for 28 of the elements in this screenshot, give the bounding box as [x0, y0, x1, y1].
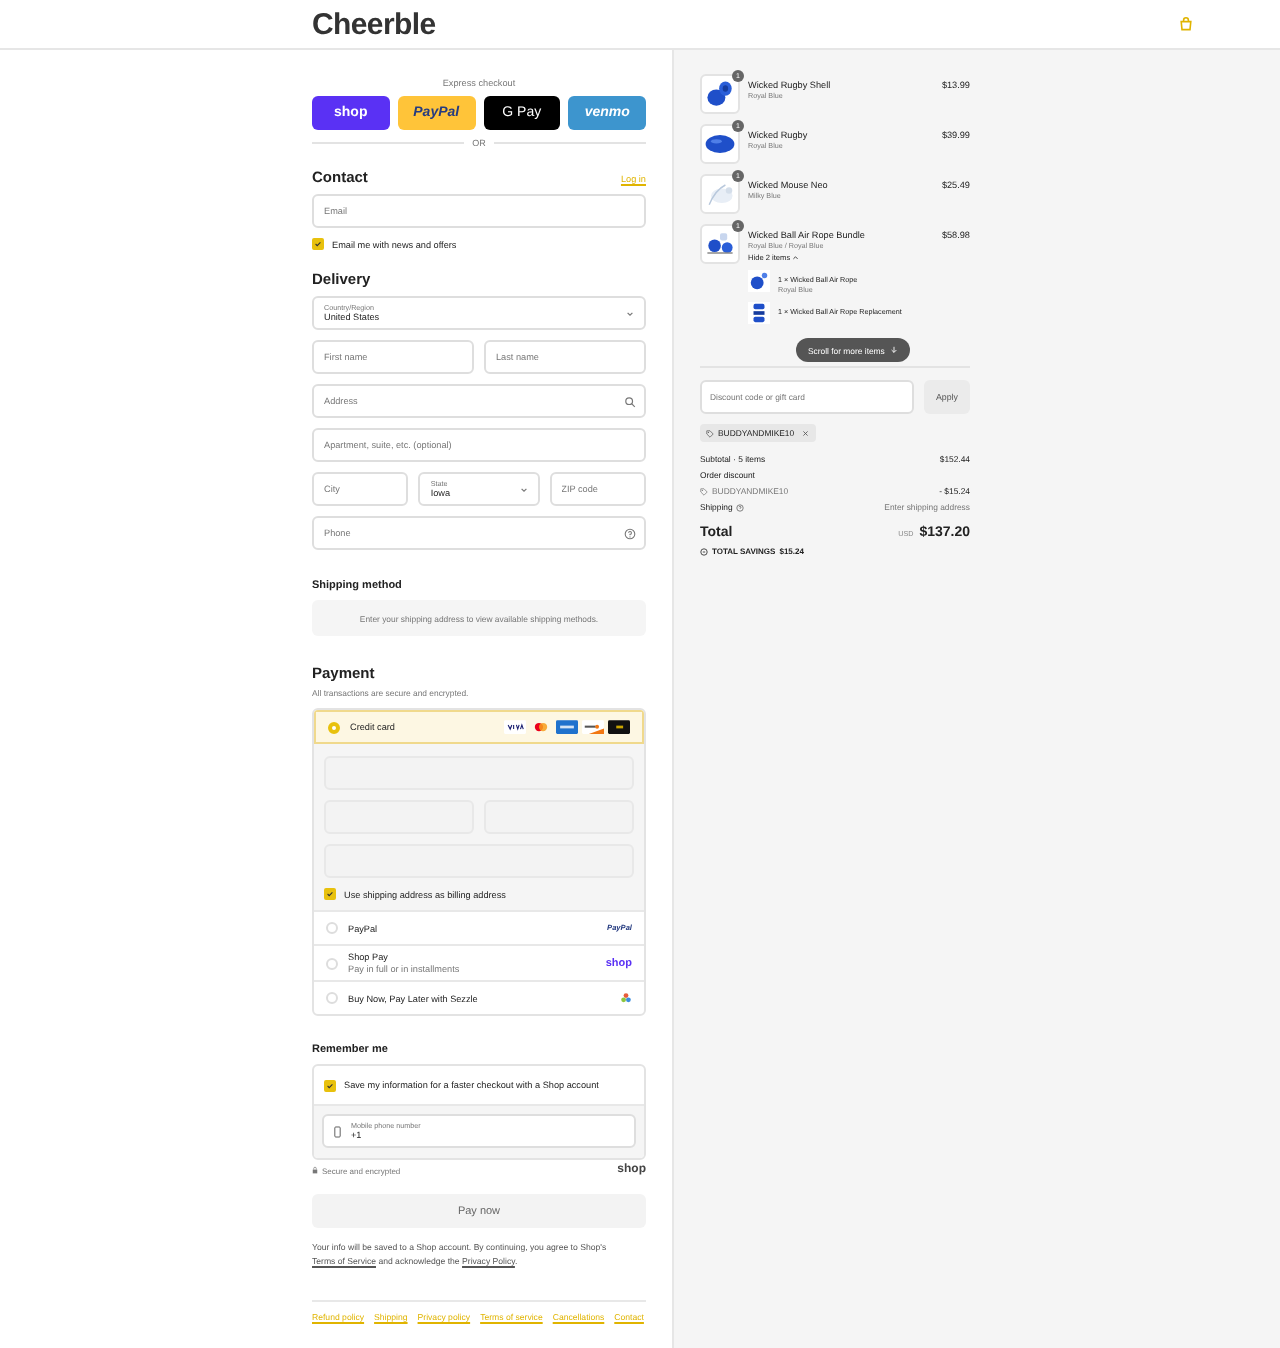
store-logo[interactable]: Cheerble [312, 7, 436, 41]
help-icon [624, 527, 636, 539]
remove-icon[interactable] [802, 429, 810, 437]
down-arrow-icon [890, 346, 899, 354]
bag-icon[interactable] [1178, 16, 1194, 32]
help-icon [736, 503, 745, 511]
sezzle-logo-icon [620, 992, 632, 1004]
radio-button[interactable] [328, 721, 340, 733]
caret-icon [792, 254, 800, 262]
savings-icon [700, 547, 708, 555]
radio-button[interactable] [326, 922, 338, 934]
card-logo-icon [608, 720, 630, 734]
phone-icon [334, 1125, 341, 1137]
chevron-icon [517, 484, 530, 496]
radio-button[interactable] [326, 992, 338, 1004]
lock-icon [312, 1166, 318, 1174]
checkbox[interactable] [312, 238, 324, 250]
card-logo-icon [556, 720, 578, 734]
search-icon [624, 395, 636, 407]
card-logo-icon [582, 720, 604, 734]
chevron-icon [624, 308, 636, 320]
card-logo-icon [504, 720, 526, 734]
tag-icon [706, 429, 714, 437]
tag-icon [700, 487, 708, 495]
checkbox[interactable] [324, 888, 336, 900]
checkbox[interactable] [324, 1079, 336, 1091]
radio-button[interactable] [326, 957, 338, 969]
card-logo-icon [530, 720, 552, 734]
